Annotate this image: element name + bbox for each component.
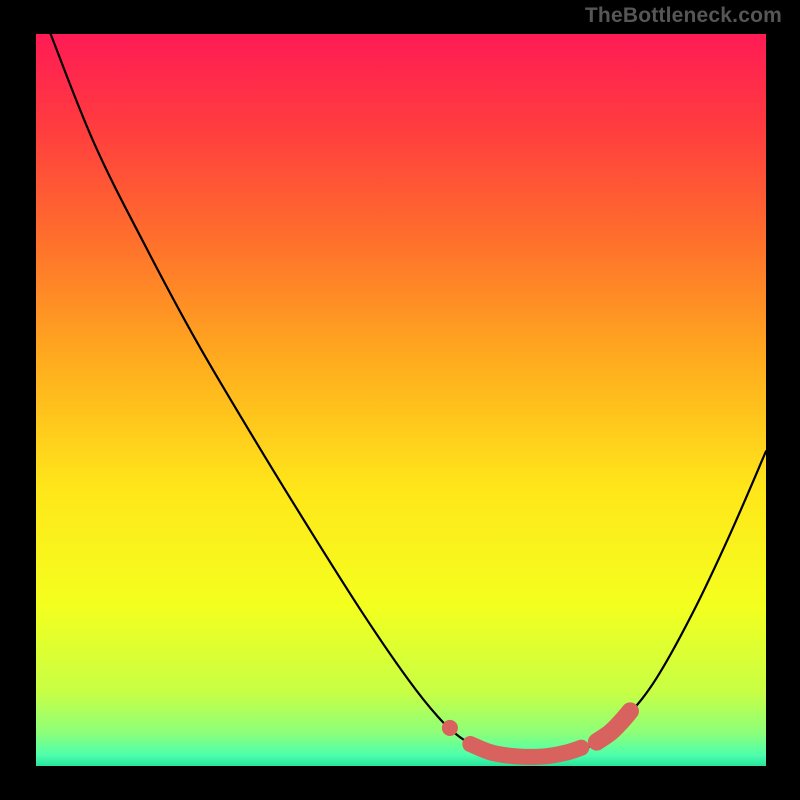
attribution-text: TheBottleneck.com [585,4,782,28]
plot-area [36,34,766,766]
gradient-background [36,34,766,766]
highlight-dot [442,720,458,736]
chart-svg [36,34,766,766]
chart-container: TheBottleneck.com [0,0,800,800]
